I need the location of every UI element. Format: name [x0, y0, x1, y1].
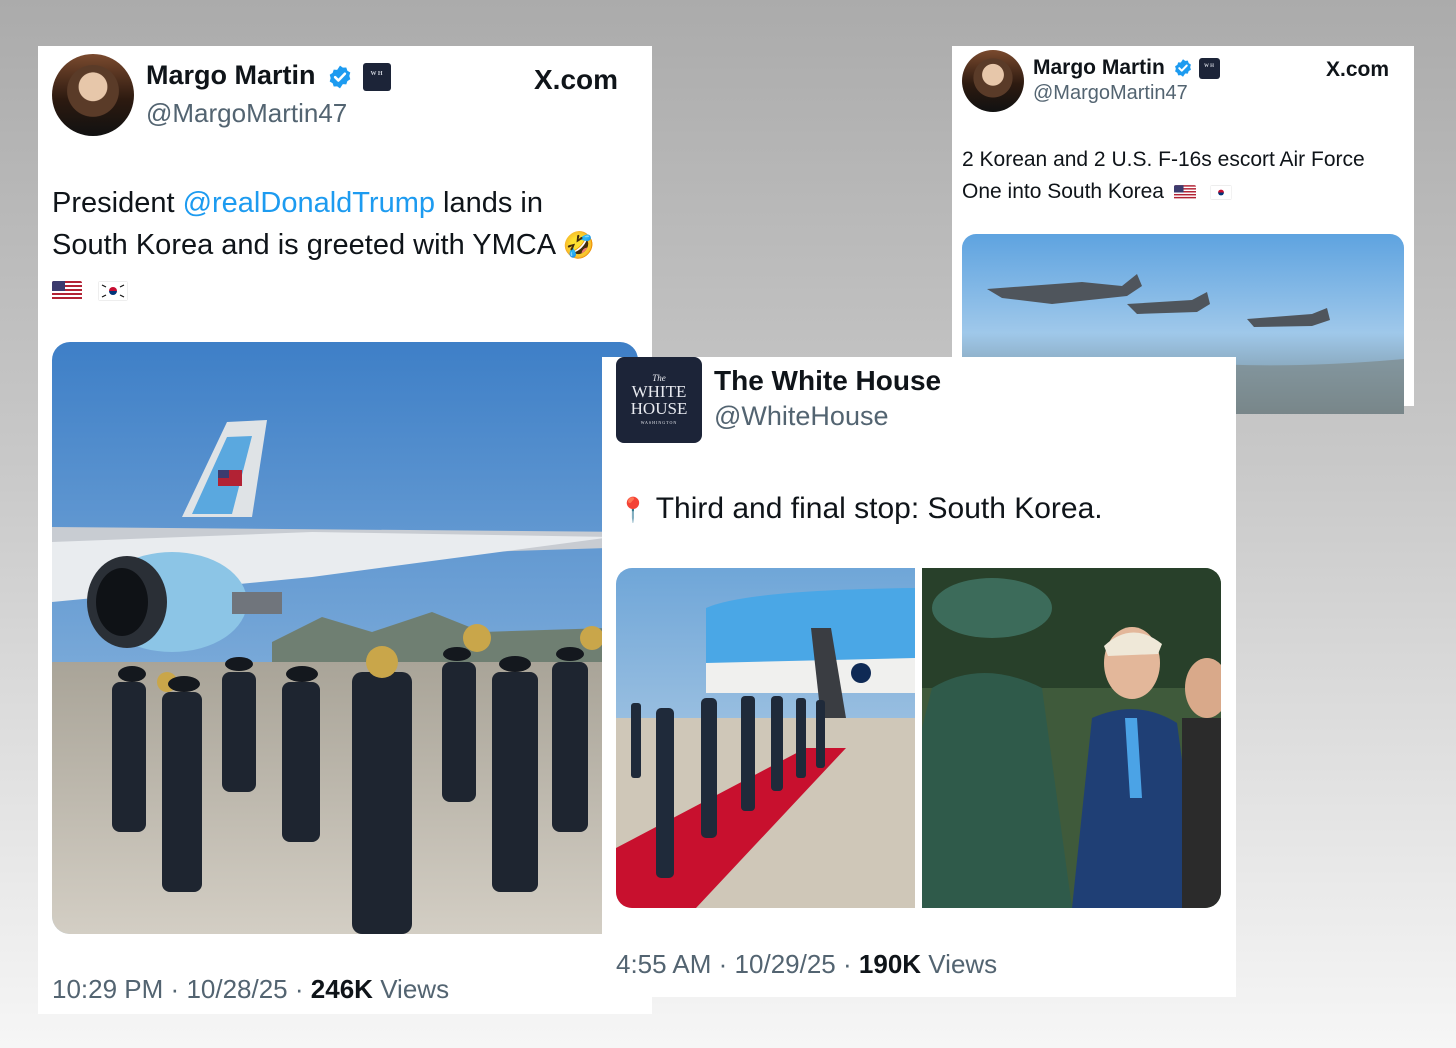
tweet-date[interactable]: 10/28/25: [186, 974, 287, 1004]
views-count: 246K: [310, 974, 373, 1004]
honor-guard-red-carpet-photo[interactable]: [616, 568, 915, 908]
tweet-card-white-house: The WHITE HOUSE WASHINGTON The White Hou…: [602, 357, 1236, 997]
white-house-logo[interactable]: The WHITE HOUSE WASHINGTON: [616, 357, 702, 443]
white-house-affiliation-icon: W H: [1198, 57, 1220, 79]
tweet-time[interactable]: 4:55 AM: [616, 949, 711, 979]
author-handle[interactable]: @WhiteHouse: [714, 401, 888, 432]
timestamp-views: 10:29 PM · 10/28/25 · 246K Views: [52, 974, 450, 1004]
tweet-date[interactable]: 10/29/25: [735, 949, 836, 979]
tweet-text: 2 Korean and 2 U.S. F-16s escort Air For…: [962, 148, 1365, 203]
avatar-margo-martin[interactable]: [52, 54, 134, 136]
tweet-card-margo-martin-ymca: Margo Martin W H @MargoMartin47 X.com Pr…: [38, 46, 652, 1014]
avatar-margo-martin[interactable]: [962, 50, 1024, 112]
trump-arrival-photo[interactable]: [922, 568, 1221, 908]
tweet-card-margo-martin-f16: Margo Martin W H @MargoMartin47 X.com 2 …: [952, 46, 1414, 414]
author-name[interactable]: The White House: [714, 365, 941, 397]
x-com-logo: X.com: [534, 64, 619, 95]
author-handle[interactable]: @MargoMartin47: [146, 98, 347, 129]
media-grid: [616, 568, 1221, 908]
band-air-force-one-photo[interactable]: [52, 342, 638, 934]
white-house-affiliation-icon: W H: [362, 62, 391, 91]
korea-flag-icon: [1209, 184, 1232, 200]
us-flag-icon: [52, 281, 82, 302]
tweet-text: President @realDonaldTrump lands in Sout…: [52, 182, 642, 311]
author-handle[interactable]: @MargoMartin47: [1033, 82, 1188, 105]
timestamp-views: 4:55 AM · 10/29/25 · 190K Views: [616, 949, 998, 979]
tweet-time[interactable]: 10:29 PM: [52, 974, 163, 1004]
mention-link[interactable]: @realDonaldTrump: [183, 187, 435, 219]
verified-badge-icon: [1174, 59, 1191, 78]
rofl-emoji-icon: 🤣: [562, 231, 595, 261]
views-count: 190K: [858, 949, 922, 979]
tweet-text: 📍 Third and final stop: South Korea.: [618, 492, 1103, 525]
us-flag-icon: [1173, 185, 1196, 200]
author-name[interactable]: Margo Martin W H: [146, 60, 391, 91]
korea-flag-icon: [98, 281, 129, 302]
x-com-logo: X.com: [1326, 58, 1390, 81]
verified-badge-icon: [329, 65, 351, 89]
pin-icon: 📍: [618, 496, 648, 524]
author-name[interactable]: Margo Martin W H: [1033, 56, 1220, 80]
